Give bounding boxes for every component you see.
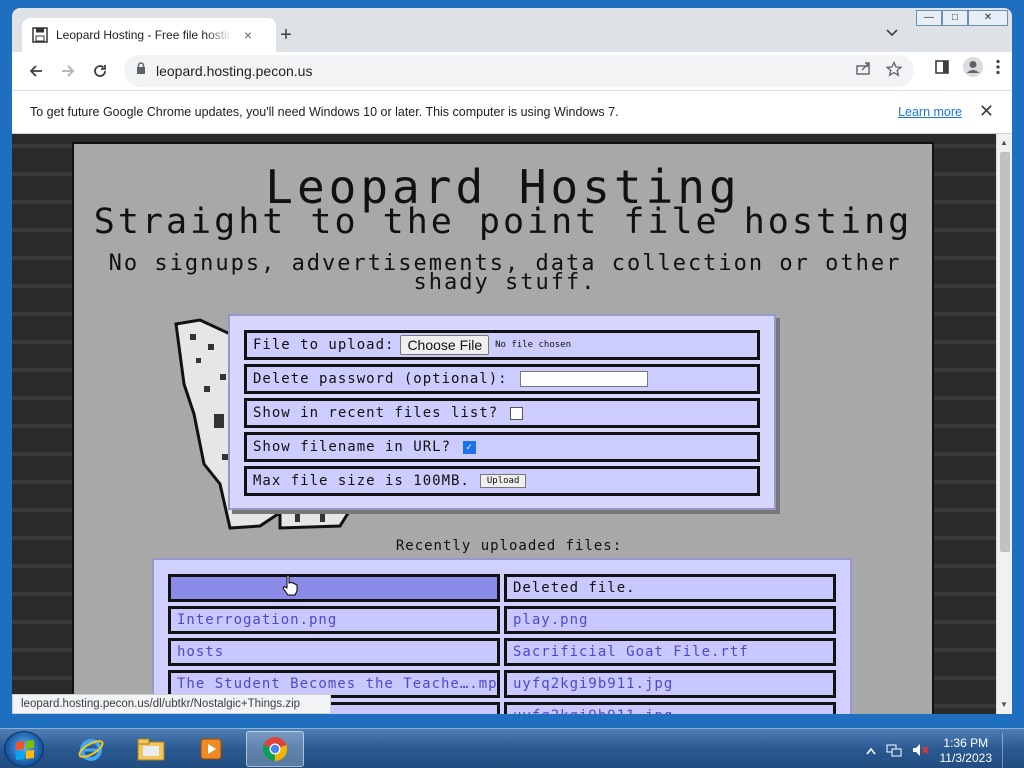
clock-date: 11/3/2023 [939, 751, 993, 765]
delete-password-label: Delete password (optional): [253, 371, 508, 387]
file-link[interactable]: uyfq2kgi9b911.jpg [504, 702, 836, 714]
file-explorer-icon[interactable] [122, 731, 180, 767]
file-upload-row: File to upload: Choose File No file chos… [244, 330, 760, 360]
file-link[interactable]: hosts [168, 638, 500, 666]
internet-explorer-icon[interactable] [62, 731, 120, 767]
scrollbar-thumb[interactable] [1000, 152, 1010, 552]
file-link[interactable]: uyfq2kgi9b911.jpg [504, 670, 836, 698]
file-link-deleted: Deleted file. [504, 574, 836, 602]
max-file-size-text: Max file size is 100MB. [253, 473, 470, 489]
windows-logo-icon [16, 740, 34, 760]
show-hidden-icons-icon[interactable] [865, 744, 876, 758]
maximize-button[interactable]: □ [942, 10, 968, 26]
profile-avatar-icon[interactable] [962, 56, 984, 83]
delete-password-row: Delete password (optional): [244, 364, 760, 394]
forward-arrow-icon[interactable] [52, 55, 84, 87]
recent-list-row: Show in recent files list? [244, 398, 760, 428]
volume-muted-icon[interactable] [912, 743, 930, 760]
max-size-row: Max file size is 100MB. Upload [244, 466, 760, 496]
side-panel-icon[interactable] [934, 59, 950, 80]
tab-title: Leopard Hosting - Free file hosting [56, 28, 232, 42]
bookmark-star-icon[interactable] [885, 60, 903, 82]
page-viewport: Leopard Hosting Straight to the point fi… [12, 134, 996, 714]
lock-icon[interactable] [136, 62, 146, 80]
tab-close-icon[interactable]: × [240, 27, 256, 43]
scroll-down-icon[interactable]: ▼ [1000, 700, 1008, 709]
file-link[interactable]: Sacrificial Goat File.rtf [504, 638, 836, 666]
start-button[interactable] [4, 731, 44, 767]
recent-files-grid: Deleted file. Interrogation.png play.png… [168, 574, 836, 714]
choose-file-button[interactable]: Choose File [400, 335, 490, 355]
url-text[interactable]: leopard.hosting.pecon.us [156, 63, 312, 79]
recent-files-panel: Deleted file. Interrogation.png play.png… [152, 558, 852, 714]
show-in-recent-label: Show in recent files list? [253, 405, 499, 421]
page-scrollbar[interactable]: ▲ ▼ [996, 134, 1012, 714]
menu-kebab-icon[interactable] [996, 59, 1000, 80]
recent-files-heading: Recently uploaded files: [395, 538, 623, 554]
tab-strip: Leopard Hosting - Free file hosting × + [12, 8, 1012, 52]
delete-password-input[interactable] [519, 371, 648, 387]
network-icon[interactable] [886, 743, 902, 760]
file-link[interactable] [168, 574, 500, 602]
link-status-bubble: leopard.hosting.pecon.us/dl/ubtkr/Nostal… [12, 694, 332, 714]
show-desktop-button[interactable] [1002, 733, 1014, 768]
system-tray: 1:36 PM 11/3/2023 [865, 733, 1015, 768]
infobar-close-icon[interactable]: ✕ [979, 101, 994, 122]
reload-icon[interactable] [84, 55, 116, 87]
upload-button[interactable]: Upload [479, 474, 527, 488]
update-infobar: To get future Google Chrome updates, you… [12, 90, 1012, 134]
back-arrow-icon[interactable] [20, 55, 52, 87]
windows-taskbar: 1:36 PM 11/3/2023 [0, 728, 1024, 768]
show-filename-checkbox[interactable]: ✓ [463, 440, 477, 454]
show-in-recent-checkbox[interactable] [510, 406, 524, 420]
clock-time: 1:36 PM [943, 736, 989, 750]
file-to-upload-label: File to upload: [253, 337, 395, 353]
show-filename-label: Show filename in URL? [253, 439, 452, 455]
scroll-up-icon[interactable]: ▲ [1000, 138, 1008, 147]
address-bar[interactable]: leopard.hosting.pecon.us [124, 55, 914, 87]
taskbar-clock[interactable]: 1:36 PM 11/3/2023 [940, 736, 993, 766]
close-window-button[interactable]: ✕ [968, 10, 1008, 26]
share-icon[interactable] [856, 61, 872, 82]
site-subtitle: No signups, advertisements, data collect… [108, 251, 902, 295]
chrome-taskbar-icon[interactable] [246, 731, 304, 767]
floppy-favicon-icon [32, 27, 48, 43]
hand-cursor-icon [282, 574, 298, 601]
site-tagline: Straight to the point file hosting [93, 202, 913, 242]
new-tab-button[interactable]: + [274, 24, 298, 48]
media-player-icon[interactable] [182, 731, 240, 767]
no-file-chosen-text: No file chosen [495, 340, 571, 350]
filename-url-row: Show filename in URL? ✓ [244, 432, 760, 462]
tab-search-icon[interactable] [886, 26, 898, 40]
minimize-button[interactable]: — [916, 10, 942, 26]
page-content: Leopard Hosting Straight to the point fi… [72, 142, 934, 714]
browser-toolbar: leopard.hosting.pecon.us [12, 52, 1012, 90]
infobar-message: To get future Google Chrome updates, you… [30, 105, 619, 119]
file-link[interactable]: play.png [504, 606, 836, 634]
upload-form: File to upload: Choose File No file chos… [228, 314, 776, 510]
tab-leopard-hosting[interactable]: Leopard Hosting - Free file hosting × [22, 18, 276, 52]
learn-more-link[interactable]: Learn more [898, 105, 962, 119]
chrome-window: Leopard Hosting - Free file hosting × + … [0, 0, 1024, 728]
file-link[interactable]: Interrogation.png [168, 606, 500, 634]
